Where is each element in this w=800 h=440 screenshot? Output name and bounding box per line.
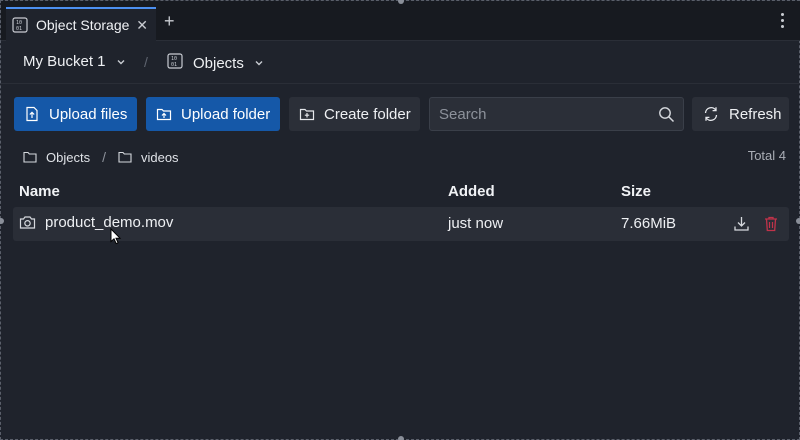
upload-folder-icon xyxy=(156,106,172,122)
object-storage-icon: 10 01 xyxy=(12,17,28,33)
location-separator: / xyxy=(144,54,148,70)
download-icon[interactable] xyxy=(733,215,750,232)
delete-icon[interactable] xyxy=(763,215,779,232)
file-name-cell: product_demo.mov xyxy=(19,214,173,231)
tab-bar: 10 01 Object Storage ✕ + xyxy=(1,1,800,41)
breadcrumb-item-objects[interactable]: Objects xyxy=(23,150,90,165)
breadcrumb-separator: / xyxy=(102,149,106,165)
svg-text:01: 01 xyxy=(171,62,177,68)
folder-icon xyxy=(118,150,132,164)
create-folder-button[interactable]: Create folder xyxy=(289,97,420,131)
resize-handle[interactable] xyxy=(398,436,404,440)
search-field[interactable] xyxy=(429,97,684,131)
file-size: 7.66MiB xyxy=(621,215,677,232)
table-row[interactable]: product_demo.mov just now 7.66MiB xyxy=(13,207,789,241)
more-options-icon[interactable] xyxy=(781,13,785,31)
add-tab-button[interactable]: + xyxy=(164,12,175,30)
object-storage-icon: 10 01 xyxy=(167,53,183,73)
tab-object-storage[interactable]: 10 01 Object Storage ✕ xyxy=(6,7,156,41)
bucket-name: My Bucket 1 xyxy=(23,53,106,70)
refresh-label: Refresh xyxy=(729,105,782,123)
mouse-cursor-icon xyxy=(110,228,122,245)
create-folder-label: Create folder xyxy=(324,105,411,123)
upload-file-icon xyxy=(24,106,40,122)
breadcrumb-item-videos[interactable]: videos xyxy=(118,150,179,165)
folder-add-icon xyxy=(299,106,315,122)
search-input[interactable] xyxy=(430,105,645,123)
upload-files-button[interactable]: Upload files xyxy=(14,97,137,131)
folder-icon xyxy=(23,150,37,164)
upload-folder-label: Upload folder xyxy=(181,105,271,123)
refresh-icon xyxy=(702,105,720,123)
close-icon[interactable]: ✕ xyxy=(136,17,148,34)
table-header: Name Added Size xyxy=(13,181,789,205)
upload-files-label: Upload files xyxy=(49,105,128,123)
search-icon[interactable] xyxy=(658,106,675,128)
column-header-size[interactable]: Size xyxy=(621,183,651,200)
upload-folder-button[interactable]: Upload folder xyxy=(146,97,280,131)
column-header-added[interactable]: Added xyxy=(448,183,495,200)
location-bar: My Bucket 1 / 10 01 Objects xyxy=(1,42,800,84)
svg-text:01: 01 xyxy=(16,26,22,32)
total-count: Total 4 xyxy=(747,148,786,163)
column-header-name[interactable]: Name xyxy=(19,183,60,200)
breadcrumb: Objects / videos xyxy=(23,149,179,165)
app-window: 10 01 Object Storage ✕ + My Bucket 1 / 10… xyxy=(0,0,800,440)
section-name: Objects xyxy=(193,54,244,72)
breadcrumb-label: videos xyxy=(140,149,179,165)
camera-icon xyxy=(19,214,36,231)
tab-title: Object Storage xyxy=(36,17,130,33)
chevron-down-icon xyxy=(117,59,125,64)
resize-handle[interactable] xyxy=(796,218,800,224)
refresh-button[interactable]: Refresh xyxy=(692,97,789,131)
bucket-dropdown[interactable]: My Bucket 1 xyxy=(23,53,126,70)
file-added: just now xyxy=(448,215,504,232)
section-dropdown[interactable]: 10 01 Objects xyxy=(167,53,264,73)
breadcrumb-label: Objects xyxy=(46,149,91,165)
resize-handle[interactable] xyxy=(0,218,4,224)
chevron-down-icon xyxy=(255,61,263,66)
